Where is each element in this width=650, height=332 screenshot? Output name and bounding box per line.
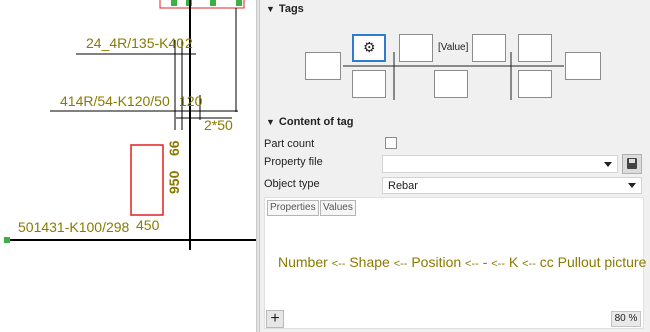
tag-value-placeholder[interactable]: [Value] — [438, 42, 468, 53]
dimension-66[interactable]: 66 — [166, 140, 182, 156]
bar-label-2[interactable]: 414R/54-K120/50 — [60, 93, 170, 109]
pullout-chain: Number <-- Shape <-- Position <-- - <-- … — [278, 254, 646, 272]
tab-values[interactable]: Values — [320, 200, 356, 216]
save-icon — [627, 158, 637, 169]
part-count-checkbox[interactable] — [385, 137, 397, 149]
chip-cc[interactable]: cc — [540, 254, 554, 270]
chip-dash[interactable]: - — [483, 254, 488, 270]
save-button[interactable] — [622, 154, 642, 174]
chip-number[interactable]: Number — [278, 254, 328, 270]
chip-k[interactable]: K — [509, 254, 518, 270]
dimension-120[interactable]: 120 — [179, 93, 202, 109]
property-file-label: Property file — [264, 156, 323, 168]
tag-slot-right[interactable] — [565, 52, 601, 80]
arrow-left-label: <-- — [465, 258, 479, 270]
arrow-left-label: <-- — [491, 258, 505, 270]
collapse-triangle-icon: ▼ — [266, 4, 275, 14]
object-type-value: Rebar — [388, 180, 418, 192]
chip-position[interactable]: Position — [411, 254, 461, 270]
tag-slot-top-2[interactable] — [399, 34, 433, 62]
rebar-shape-outline — [130, 144, 164, 216]
grip-handle — [236, 0, 242, 6]
property-file-select[interactable] — [382, 155, 618, 173]
chip-pullout-picture[interactable]: Pullout picture — [558, 254, 647, 270]
grip-handle — [4, 237, 10, 243]
content-section-header[interactable]: ▼ Content of tag — [266, 116, 353, 128]
chevron-down-icon — [604, 162, 612, 167]
chip-shape[interactable]: Shape — [349, 254, 389, 270]
part-count-label: Part count — [264, 138, 315, 150]
gear-icon: ⚙ — [363, 39, 376, 55]
arrow-left-label: <-- — [331, 258, 346, 270]
tag-slot-top-4[interactable] — [472, 34, 506, 62]
collapse-triangle-icon: ▼ — [266, 117, 275, 127]
object-type-label: Object type — [264, 178, 320, 190]
bar-qty-label[interactable]: 2 — [185, 35, 193, 51]
tag-slot-bottom-3[interactable] — [434, 70, 468, 98]
tag-slot-top-5[interactable] — [518, 34, 552, 62]
arrow-left-label: <-- — [393, 258, 408, 270]
content-header-label: Content of tag — [278, 116, 354, 128]
tag-slot-bottom-5[interactable] — [518, 70, 552, 98]
zoom-level[interactable]: 80 % — [611, 311, 641, 327]
bar-label-1[interactable]: 24_4R/135-K40 — [86, 35, 184, 51]
dimension-450[interactable]: 450 — [136, 217, 159, 233]
tag-slot-bottom-1[interactable] — [352, 70, 386, 98]
bar-label-3[interactable]: 501431-K100/298 — [18, 219, 129, 235]
object-type-select[interactable]: Rebar — [382, 177, 642, 194]
tab-properties[interactable]: Properties — [267, 200, 319, 216]
drawing-view[interactable]: 24_4R/135-K40 2 414R/54-K120/50 120 2*50… — [0, 0, 256, 332]
tags-header-label: Tags — [278, 3, 304, 15]
spacing-label[interactable]: 2*50 — [204, 117, 233, 133]
arrow-left-label: <-- — [522, 258, 536, 270]
tag-editor-panel: ▼ Tags ⚙ [Value] ▼ Content of tag Part cou… — [260, 0, 650, 332]
chevron-down-icon — [628, 183, 636, 188]
dimension-950[interactable]: 950 — [166, 171, 182, 194]
add-element-button[interactable]: + — [266, 310, 284, 328]
tag-slot-settings[interactable]: ⚙ — [352, 34, 386, 62]
grip-handle — [171, 0, 177, 6]
grip-handle — [210, 0, 216, 6]
tags-section-header[interactable]: ▼ Tags — [266, 3, 304, 15]
tag-slot-left[interactable] — [305, 52, 341, 80]
